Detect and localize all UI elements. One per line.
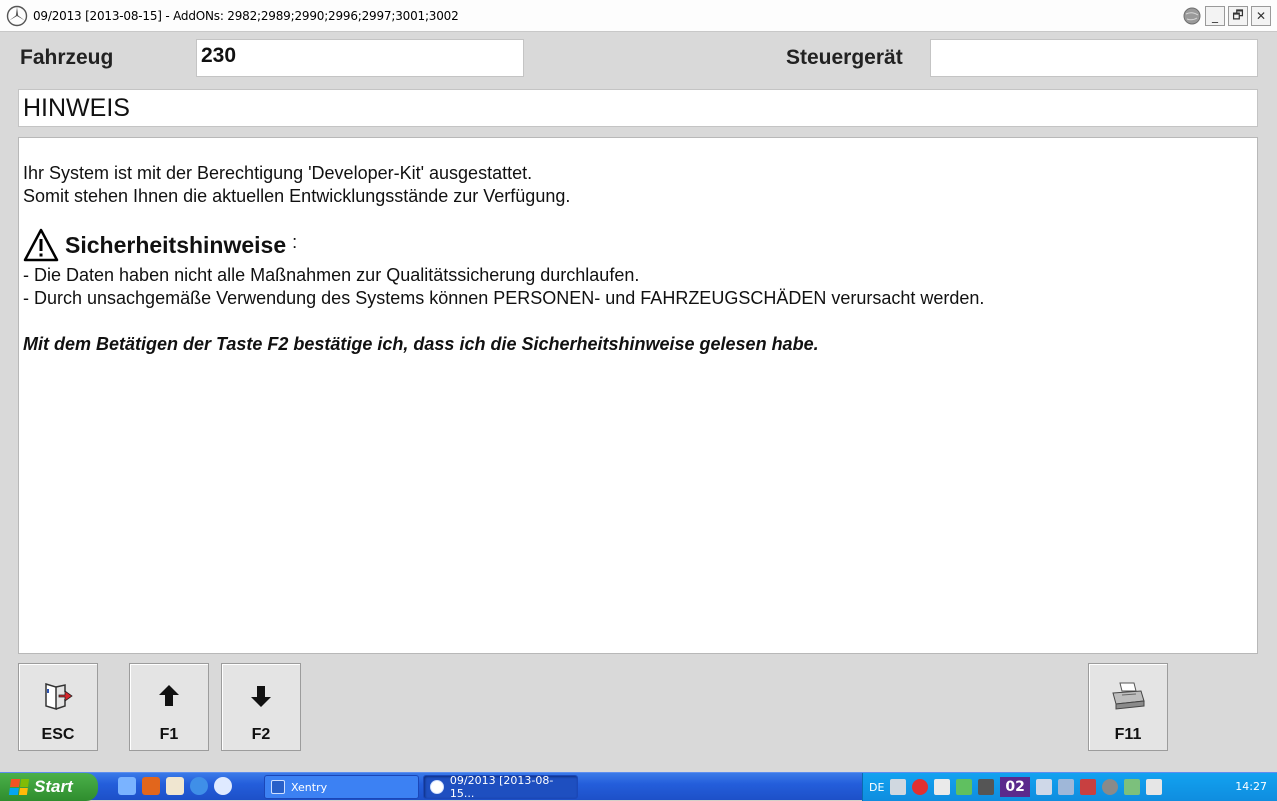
task-xentry[interactable]: Xentry bbox=[264, 775, 419, 799]
system-tray: DE 02 14:27 bbox=[862, 773, 1277, 801]
notice-content: Ihr System ist mit der Berechtigung 'Dev… bbox=[18, 137, 1258, 654]
safety-heading-colon: : bbox=[292, 231, 298, 252]
arrow-up-icon bbox=[159, 685, 179, 706]
update-icon[interactable] bbox=[1123, 779, 1140, 795]
esc-label: ESC bbox=[41, 726, 75, 743]
close-button[interactable]: ✕ bbox=[1251, 6, 1271, 26]
quick-launch bbox=[118, 777, 232, 795]
vehicle-field[interactable]: 230 bbox=[196, 39, 524, 77]
ie-icon[interactable] bbox=[118, 777, 136, 795]
tray-counter[interactable]: 02 bbox=[1000, 777, 1030, 797]
f2-label: F2 bbox=[251, 726, 271, 743]
windows-flag-icon bbox=[8, 779, 30, 795]
media-player-icon[interactable] bbox=[214, 777, 232, 795]
notice-line-1: Ihr System ist mit der Berechtigung 'Dev… bbox=[23, 163, 533, 183]
security-icon[interactable] bbox=[1101, 779, 1118, 795]
xentry-window: 09/2013 [2013-08-15] - AddONs: 2982;2989… bbox=[0, 0, 1277, 772]
clock[interactable]: 14:27 bbox=[1235, 780, 1267, 793]
network-icon[interactable] bbox=[890, 779, 907, 795]
exit-door-icon bbox=[45, 682, 73, 711]
start-label: Start bbox=[34, 777, 73, 796]
printer-icon bbox=[1112, 682, 1145, 710]
f2-button[interactable]: F2 bbox=[221, 663, 301, 751]
phone-icon[interactable] bbox=[1145, 779, 1162, 795]
f11-button[interactable]: F11 bbox=[1088, 663, 1168, 751]
keyboard-icon[interactable] bbox=[1035, 779, 1052, 795]
safety-heading: Sicherheitshinweise bbox=[65, 231, 287, 258]
safety-heading-row: Sicherheitshinweise : bbox=[23, 226, 1253, 264]
task-current-window-label: 09/2013 [2013-08-15... bbox=[449, 774, 554, 800]
restore-button[interactable]: 🗗 bbox=[1228, 6, 1248, 26]
ecu-label: Steuergerät bbox=[786, 46, 903, 69]
pdf-icon[interactable] bbox=[142, 777, 160, 795]
notice-line-2: Somit stehen Ihnen die aktuellen Entwick… bbox=[23, 186, 571, 206]
ecu-field[interactable] bbox=[930, 39, 1258, 77]
language-indicator[interactable]: DE bbox=[869, 781, 884, 794]
vehicle-label: Fahrzeug bbox=[20, 46, 114, 69]
warning-triangle-icon bbox=[23, 228, 59, 262]
volume-icon[interactable] bbox=[1057, 779, 1074, 795]
esc-button[interactable]: ESC bbox=[18, 663, 98, 751]
xentry-icon bbox=[271, 780, 285, 794]
mercedes-star-icon bbox=[6, 5, 28, 26]
start-button[interactable]: Start bbox=[0, 773, 98, 801]
mercedes-star-icon bbox=[430, 780, 444, 794]
globe-icon[interactable] bbox=[1182, 6, 1202, 26]
blocked-icon[interactable] bbox=[912, 779, 929, 795]
minimize-button[interactable]: _ bbox=[1205, 6, 1225, 26]
safety-item-1: - Die Daten haben nicht alle Maßnahmen z… bbox=[23, 265, 640, 285]
task-current-window[interactable]: 09/2013 [2013-08-15... bbox=[423, 774, 578, 800]
network-error-icon[interactable] bbox=[1079, 779, 1096, 795]
safety-item-2: - Durch unsachgemäße Verwendung des Syst… bbox=[23, 288, 985, 308]
arrow-down-icon bbox=[251, 686, 271, 707]
taskbar: Start Xentry 09/2013 [2013-08-15... DE 0… bbox=[0, 772, 1277, 801]
title-bar: 09/2013 [2013-08-15] - AddONs: 2982;2989… bbox=[0, 0, 1277, 32]
f1-label: F1 bbox=[159, 726, 179, 743]
browser-icon[interactable] bbox=[190, 777, 208, 795]
window-controls: _ 🗗 ✕ bbox=[1182, 6, 1271, 26]
device-icon[interactable] bbox=[934, 779, 951, 795]
task-xentry-label: Xentry bbox=[291, 780, 328, 794]
f1-button[interactable]: F1 bbox=[129, 663, 209, 751]
signal-icon[interactable] bbox=[956, 779, 973, 795]
vci-device-icon[interactable] bbox=[978, 779, 995, 795]
app-icon[interactable] bbox=[166, 777, 184, 795]
confirmation-text: Mit dem Betätigen der Taste F2 bestätige… bbox=[23, 334, 819, 354]
notice-title: HINWEIS bbox=[18, 89, 1258, 127]
f11-label: F11 bbox=[1114, 726, 1142, 743]
window-title: 09/2013 [2013-08-15] - AddONs: 2982;2989… bbox=[33, 8, 459, 23]
